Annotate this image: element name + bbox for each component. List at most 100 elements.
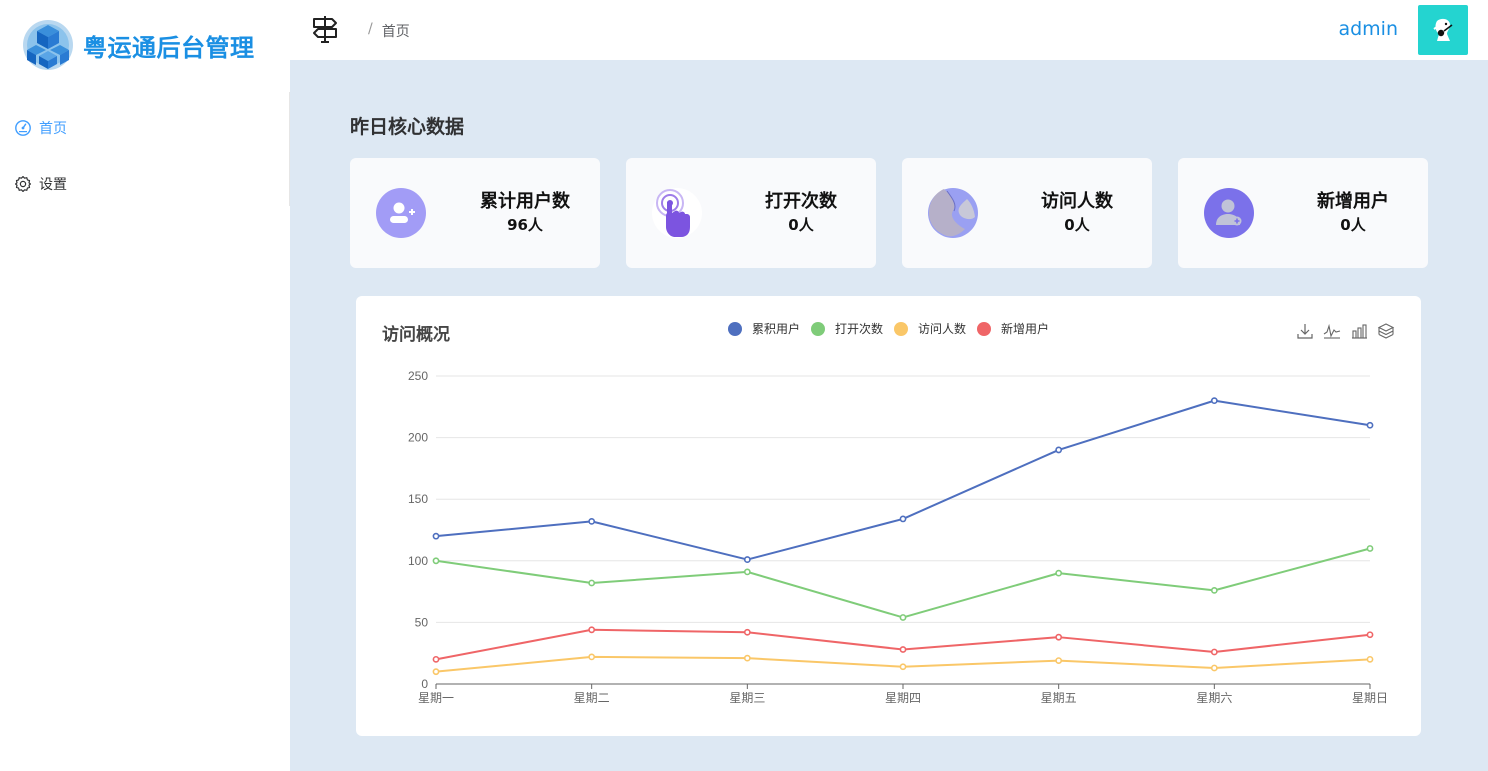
sidebar-item-home[interactable]: 首页 xyxy=(0,100,289,156)
data-point xyxy=(899,663,907,671)
legend-label: 打开次数 xyxy=(835,322,884,336)
line-chart-icon[interactable] xyxy=(1323,322,1341,340)
y-tick-label: 100 xyxy=(408,554,428,568)
sidebar-item-settings[interactable]: 设置 xyxy=(0,156,289,212)
x-tick-label: 星期四 xyxy=(885,691,921,705)
y-tick-label: 150 xyxy=(408,492,428,506)
data-point xyxy=(1210,397,1218,405)
signpost-icon[interactable] xyxy=(310,14,340,44)
sidebar-item-label: 设置 xyxy=(39,177,67,193)
stat-card-visitors: 访问人数 0人 xyxy=(902,158,1152,268)
stat-label: 累计用户数 xyxy=(480,191,570,212)
legend-marker xyxy=(894,321,909,336)
data-point xyxy=(743,628,751,636)
brand: 粤运通后台管理 xyxy=(22,18,255,72)
breadcrumb: / 首页 xyxy=(368,21,410,41)
main-content: 昨日核心数据 累计用户数 96人 打开次数 0人 访问人数 0人 新增用户 0人… xyxy=(290,60,1488,771)
data-point xyxy=(588,626,596,634)
x-tick-label: 星期三 xyxy=(729,691,765,705)
logo-icon xyxy=(23,20,73,70)
chart-legend: 累积用户 打开次数 访问人数 新增用户 xyxy=(728,320,1060,337)
data-point xyxy=(743,556,751,563)
avatar-icon xyxy=(1433,18,1453,41)
data-point xyxy=(1055,446,1063,454)
data-point xyxy=(1055,569,1063,577)
data-point xyxy=(588,517,596,525)
download-icon[interactable] xyxy=(1296,322,1314,340)
stat-value: 0人 xyxy=(788,216,814,234)
legend-label: 新增用户 xyxy=(1001,322,1050,336)
legend-marker xyxy=(977,321,992,336)
data-point xyxy=(432,557,440,565)
data-point xyxy=(1055,633,1063,641)
data-point xyxy=(1366,545,1374,552)
data-point xyxy=(899,614,907,621)
stat-text: 累计用户数 96人 xyxy=(450,190,600,236)
legend-item[interactable]: 访问人数 xyxy=(894,320,966,337)
line-chart: 0 50 100 150 200 250 星期一 星期二 星期三 星期四 星期五 星期六 星期日 xyxy=(408,369,1388,705)
data-point xyxy=(743,568,751,576)
stack-icon[interactable] xyxy=(1377,322,1395,340)
data-point xyxy=(1210,586,1218,594)
y-tick-label: 0 xyxy=(421,677,428,691)
breadcrumb-separator: / xyxy=(368,21,373,37)
x-tick-label: 星期日 xyxy=(1352,691,1388,705)
legend-item[interactable]: 打开次数 xyxy=(811,320,883,337)
sidebar-item-label: 首页 xyxy=(39,121,67,137)
legend-marker xyxy=(728,321,742,336)
section-title: 昨日核心数据 xyxy=(350,116,465,138)
new-user-icon xyxy=(1204,188,1254,238)
data-point xyxy=(1366,421,1374,429)
data-point xyxy=(1210,664,1218,672)
stat-value: 96人 xyxy=(507,216,543,234)
legend-item[interactable]: 新增用户 xyxy=(977,320,1049,337)
data-point xyxy=(899,515,907,523)
chart-title: 访问概况 xyxy=(382,325,450,345)
stat-card-open-count: 打开次数 0人 xyxy=(626,158,876,268)
stat-value: 0人 xyxy=(1064,216,1090,234)
data-point xyxy=(743,654,751,662)
data-point xyxy=(432,668,440,676)
legend-label: 访问人数 xyxy=(918,322,967,336)
avatar[interactable] xyxy=(1418,5,1468,55)
data-point xyxy=(899,646,907,653)
brand-title: 粤运通后台管理 xyxy=(83,33,255,62)
username[interactable]: admin xyxy=(1338,18,1398,40)
legend-marker xyxy=(811,321,826,336)
visitors-icon xyxy=(928,188,978,238)
legend-label: 累积用户 xyxy=(752,322,801,336)
data-point xyxy=(432,532,440,540)
stat-card-new-users: 新增用户 0人 xyxy=(1178,158,1428,268)
stat-text: 打开次数 0人 xyxy=(726,190,876,236)
tap-hand-icon xyxy=(652,188,702,238)
data-point xyxy=(1366,631,1374,639)
series-line xyxy=(435,628,1371,661)
y-tick-label: 200 xyxy=(408,431,428,445)
visit-overview-card: 0 50 100 150 200 250 星期一 星期二 星期三 星期四 星期五 星期六 星期日 访问概… xyxy=(356,296,1421,736)
stat-value: 0人 xyxy=(1340,216,1366,234)
sidebar: 粤运通后台管理 首页 设置 xyxy=(0,0,290,771)
dashboard-icon xyxy=(14,119,32,137)
gear-icon xyxy=(14,175,32,193)
legend-item[interactable]: 累积用户 xyxy=(728,320,800,337)
add-user-icon xyxy=(376,188,426,238)
y-tick-label: 50 xyxy=(415,615,429,629)
header: / 首页 admin xyxy=(290,0,1488,60)
x-tick-label: 星期五 xyxy=(1041,691,1077,705)
data-point xyxy=(432,655,440,663)
series-line xyxy=(435,547,1371,619)
stat-label: 访问人数 xyxy=(1041,191,1113,212)
bar-chart-icon[interactable] xyxy=(1350,322,1368,340)
stat-text: 新增用户 0人 xyxy=(1278,190,1428,236)
data-point xyxy=(588,579,596,587)
data-point xyxy=(588,653,596,661)
data-point xyxy=(1055,657,1063,664)
data-point xyxy=(1210,648,1218,656)
stat-label: 打开次数 xyxy=(765,191,837,212)
x-tick-label: 星期六 xyxy=(1196,691,1232,705)
stat-text: 访问人数 0人 xyxy=(1002,190,1152,236)
breadcrumb-item-home[interactable]: 首页 xyxy=(382,21,410,41)
stat-label: 新增用户 xyxy=(1317,191,1389,212)
y-tick-label: 250 xyxy=(408,369,428,383)
data-point xyxy=(1366,655,1374,663)
